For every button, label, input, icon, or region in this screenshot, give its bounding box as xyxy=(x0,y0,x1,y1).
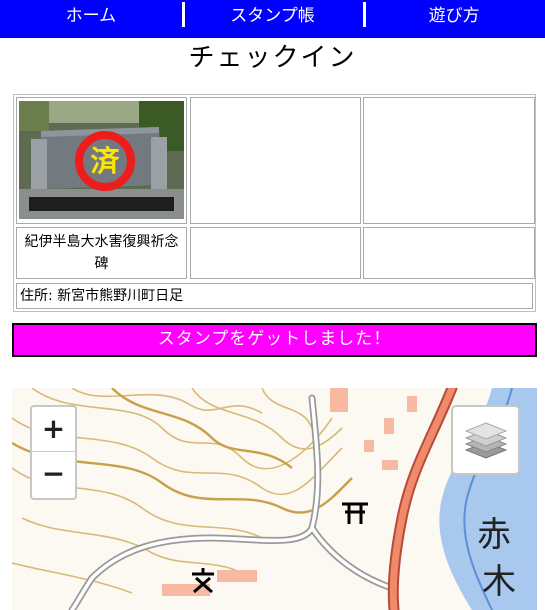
map-place-label-2: 木 xyxy=(482,562,516,602)
stamp-name-cell-2 xyxy=(190,227,361,279)
stamp-name-2 xyxy=(191,228,360,234)
nav-how-to-play[interactable]: 遊び方 xyxy=(363,0,545,38)
stamp-name-3 xyxy=(364,228,534,234)
zoom-out-button[interactable]: − xyxy=(32,452,75,497)
shrine-icon xyxy=(342,502,368,524)
monument-photo: 済 xyxy=(19,101,184,219)
top-nav: ホーム スタンプ帳 遊び方 xyxy=(0,0,545,38)
stamp-char: 済 xyxy=(90,143,120,178)
map-place-label-1: 赤 xyxy=(477,515,511,555)
map[interactable]: 赤 木 + − xyxy=(12,388,537,610)
collected-stamp-mark: 済 xyxy=(75,131,135,191)
layers-button[interactable] xyxy=(451,405,520,475)
nav-home[interactable]: ホーム xyxy=(0,0,182,38)
stamp-cell-2[interactable] xyxy=(190,97,361,224)
stamp-table: 済 紀伊半島大水害復興祈念碑 住所: 新宮市熊野川町日足 xyxy=(13,94,536,312)
stamp-name-1: 紀伊半島大水害復興祈念碑 xyxy=(24,234,179,272)
layers-icon xyxy=(464,422,507,459)
page-title: チェックイン xyxy=(188,43,357,73)
stamp-cell-1[interactable]: 済 xyxy=(16,97,187,224)
nav-stamp-book[interactable]: スタンプ帳 xyxy=(181,0,364,38)
checkin-button[interactable]: スタンプをゲットしました！ xyxy=(12,323,537,357)
stamp-name-cell-1: 紀伊半島大水害復興祈念碑 xyxy=(16,227,187,279)
zoom-control: + − xyxy=(30,405,77,500)
address-row: 住所: 新宮市熊野川町日足 xyxy=(16,283,533,309)
zoom-in-button[interactable]: + xyxy=(32,407,75,452)
stamp-name-cell-3 xyxy=(363,227,535,279)
stamp-cell-3[interactable] xyxy=(363,97,535,224)
